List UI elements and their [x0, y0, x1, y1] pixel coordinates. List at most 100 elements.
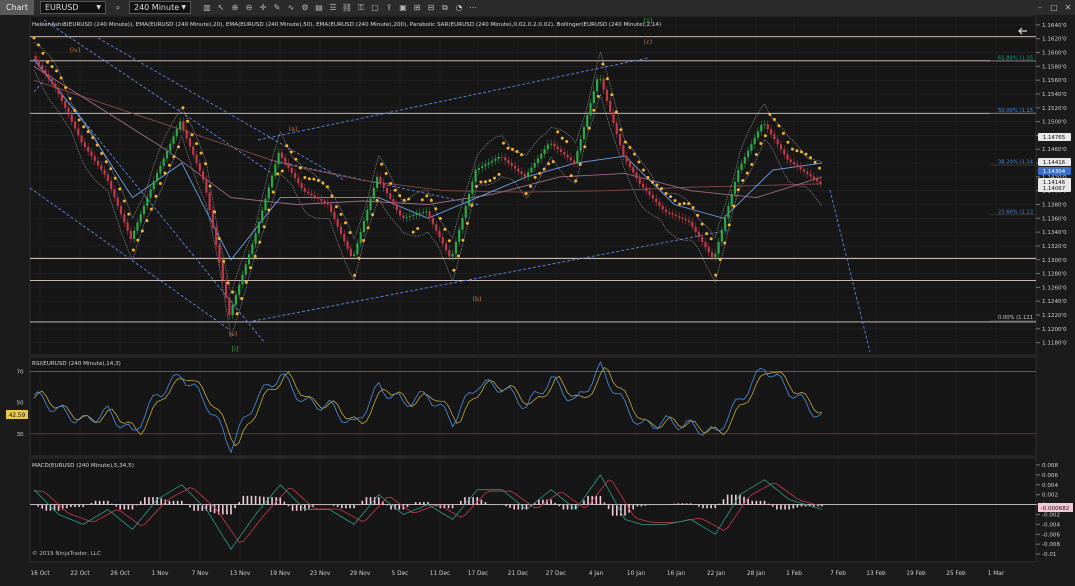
parabolic-sar-dot: [529, 184, 533, 188]
candle-body: [408, 216, 412, 217]
parabolic-sar-dot: [660, 187, 664, 191]
parabolic-sar-dot: [533, 175, 537, 179]
price-tick-label: 1.1620'0: [1042, 37, 1067, 43]
crosshair-icon[interactable]: ✛: [257, 2, 269, 13]
candle-body: [687, 220, 691, 222]
parabolic-sar-dot: [380, 162, 384, 166]
link-icon[interactable]: ⛓: [341, 2, 353, 13]
parabolic-sar-dot: [718, 258, 722, 262]
candle-body: [162, 158, 165, 166]
candle-body: [80, 135, 83, 143]
candle-body: [100, 165, 103, 170]
parabolic-sar-dot: [285, 144, 289, 148]
x-tick-label: 19 Nov: [270, 571, 291, 577]
templates-icon[interactable]: ▤: [313, 2, 325, 13]
data-box-icon[interactable]: ⊟: [425, 2, 437, 13]
macd-histogram-bar: [550, 499, 552, 505]
candle-body: [83, 142, 86, 147]
candle-body: [34, 55, 37, 61]
bar-type-icon[interactable]: ▥: [201, 2, 213, 13]
minimize-icon[interactable]: –: [1034, 2, 1046, 13]
chart-area[interactable]: 1.1640'0 1.1620'0 1.1600'0 1.1580'0 1.1560'0…: [0, 15, 1075, 582]
parabolic-sar-dot: [131, 248, 135, 252]
zoom-in-icon[interactable]: ⊕: [229, 2, 241, 13]
candle-body: [116, 197, 119, 206]
more-icon[interactable]: ⋯: [467, 2, 479, 13]
macd-histogram-bar: [410, 504, 413, 506]
parabolic-sar-dot: [786, 140, 790, 144]
x-tick-label: 16 Oct: [30, 571, 50, 577]
macd-histogram-bar: [763, 500, 766, 505]
macd-histogram-bar: [751, 500, 754, 505]
candle-body: [484, 164, 487, 167]
macd-histogram-bar: [431, 504, 433, 505]
parabolic-sar-dot: [176, 145, 180, 149]
chart-toolbar: Chart EURUSD ▼ ⌕ 240 Minute ▼ ▥ ↖ ⊕ ⊖ ✛ …: [0, 0, 1075, 16]
indicators-icon[interactable]: ∿: [285, 2, 297, 13]
candle-body: [678, 216, 681, 218]
macd-histogram-bar: [632, 504, 635, 510]
alert-icon[interactable]: ◔: [453, 2, 465, 13]
parabolic-sar-dot: [163, 171, 167, 175]
candle-body: [595, 79, 599, 92]
rsi-current-label: 42.59: [9, 413, 26, 419]
candle-body: [405, 216, 408, 218]
candle-body: [77, 128, 80, 136]
macd-histogram-bar: [189, 504, 191, 508]
search-icon[interactable]: ⌕: [112, 2, 124, 13]
maximize-icon[interactable]: □: [1048, 2, 1060, 13]
macd-tick-label: -0.004: [1042, 522, 1060, 528]
candle-body: [490, 160, 494, 163]
parabolic-sar-dot: [118, 187, 122, 191]
candle-body: [96, 160, 100, 166]
pointer-icon[interactable]: ↖: [215, 2, 227, 13]
candle-body: [671, 213, 674, 215]
price-tick-label: 1.1200'0: [1042, 327, 1067, 333]
candle-body: [664, 209, 668, 213]
candle-body: [536, 158, 540, 164]
strategies-icon[interactable]: ⚙: [299, 2, 311, 13]
share-icon[interactable]: ⇪: [383, 2, 395, 13]
macd-histogram-bar: [587, 495, 589, 505]
macd-histogram-bar: [730, 494, 733, 505]
parabolic-sar-dot: [366, 226, 370, 230]
parabolic-sar-dot: [289, 150, 293, 154]
candle-body: [710, 252, 714, 258]
macd-histogram-bar: [250, 495, 253, 505]
candle-body: [310, 193, 313, 196]
parabolic-sar-dot: [556, 130, 560, 134]
macd-histogram-bar: [698, 504, 700, 507]
parabolic-sar-dot: [714, 273, 718, 277]
close-icon[interactable]: ✕: [1062, 2, 1074, 13]
timeframe-selector[interactable]: 240 Minute ▼: [128, 1, 191, 14]
chart-tab[interactable]: Chart: [0, 0, 34, 15]
pencil-icon[interactable]: ✎: [271, 2, 283, 13]
lock-icon[interactable]: ⚿: [355, 2, 367, 13]
snapshot-icon[interactable]: ▣: [397, 2, 409, 13]
parabolic-sar-dot: [465, 221, 469, 225]
candle-body: [582, 127, 586, 140]
macd-histogram-bar: [295, 504, 298, 511]
parabolic-sar-dot: [149, 207, 153, 211]
macd-histogram-bar: [127, 504, 130, 510]
parabolic-sar-dot: [41, 51, 45, 55]
window-icon[interactable]: ▢: [369, 2, 381, 13]
properties-icon[interactable]: ☰: [327, 2, 339, 13]
zoom-out-icon[interactable]: ⊖: [243, 2, 255, 13]
parabolic-sar-dot: [470, 203, 474, 207]
parabolic-sar-dot: [768, 112, 772, 116]
candle-body: [750, 144, 753, 151]
macd-histogram-bar: [722, 499, 725, 505]
chart-canvas[interactable]: 1.1640'0 1.1620'0 1.1600'0 1.1580'0 1.1560'0…: [0, 15, 1075, 582]
grid-icon[interactable]: ⊞: [411, 2, 423, 13]
macd-histogram-bar: [209, 504, 212, 512]
candle-body: [448, 250, 451, 257]
instrument-selector[interactable]: EURUSD ▼: [39, 1, 106, 14]
fibonacci-label: 61.80% (1.15: [998, 55, 1033, 61]
candle-body: [215, 227, 218, 246]
layers-icon[interactable]: ⧉: [439, 2, 451, 13]
candle-body: [73, 121, 77, 129]
candle-body: [645, 187, 648, 192]
parabolic-sar-dot: [353, 273, 357, 277]
parabolic-sar-dot: [298, 166, 302, 170]
